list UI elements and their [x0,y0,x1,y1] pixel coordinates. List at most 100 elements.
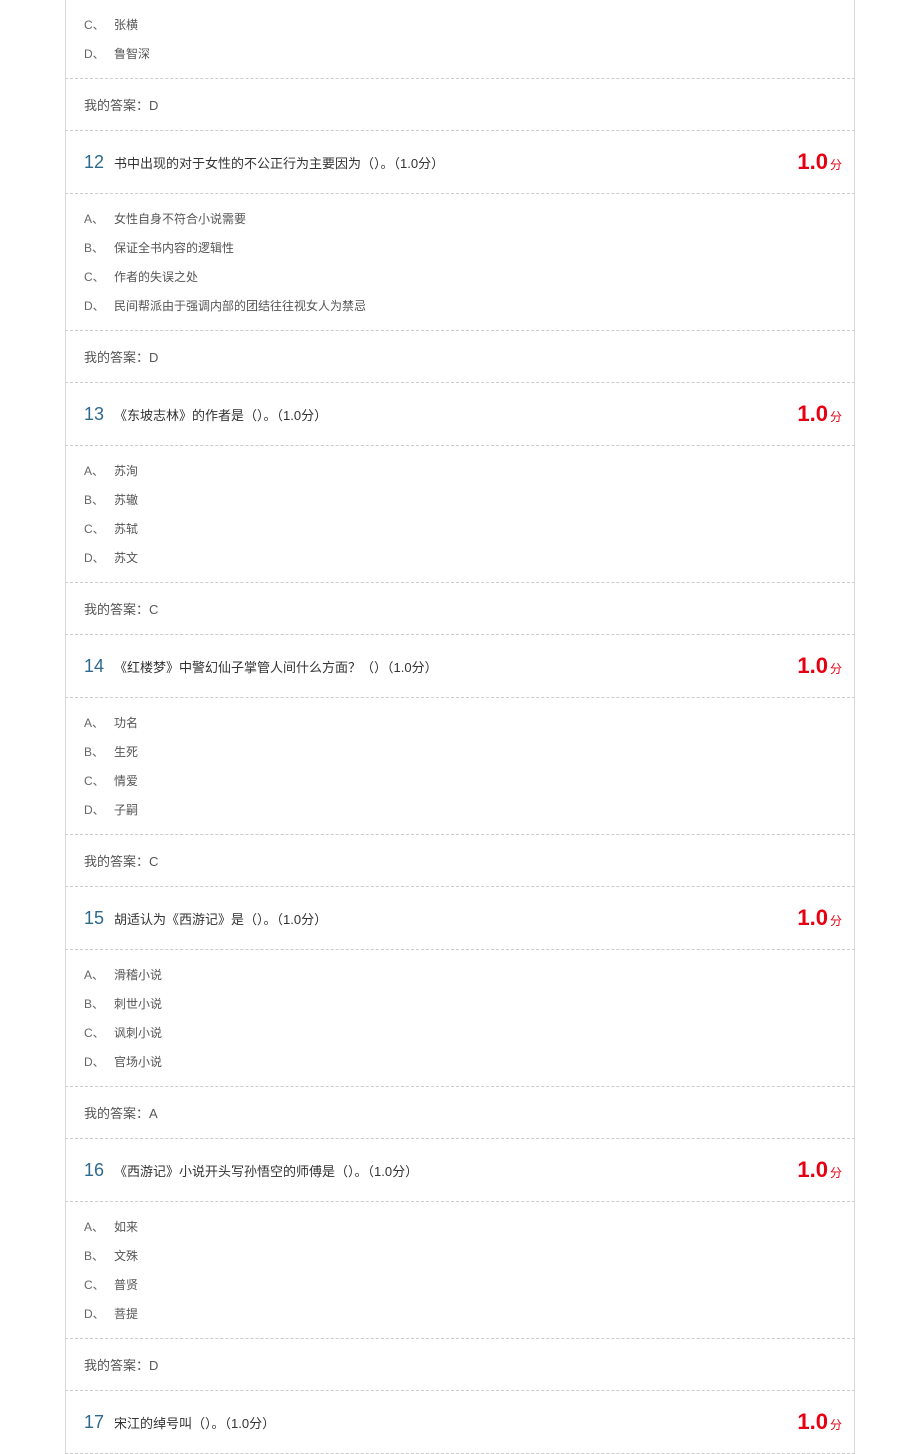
my-answer-value: C [149,602,158,617]
option-letter: D、 [84,549,114,566]
option-row[interactable]: D、子嗣 [84,795,854,824]
option-letter: A、 [84,210,114,227]
option-letter: D、 [84,1305,114,1322]
option-letter: D、 [84,1053,114,1070]
option-letter: A、 [84,714,114,731]
option-row[interactable]: D、官场小说 [84,1047,854,1076]
option-letter: B、 [84,239,114,256]
option-text: 刺世小说 [114,995,162,1012]
option-text: 滑稽小说 [114,966,162,983]
option-row[interactable]: C、苏轼 [84,514,854,543]
option-row[interactable]: C、讽刺小说 [84,1018,854,1047]
option-letter: D、 [84,45,114,62]
question-number: 17 [84,1412,104,1433]
my-answer-value: D [149,98,158,113]
options-block: C、张横D、鲁智深 [65,0,855,79]
my-answer-value: A [149,1106,158,1121]
question-header: 13 《东坡志林》的作者是（）。（1.0分）1.0分 [65,383,855,446]
question-header: 15 胡适认为《西游记》是（）。（1.0分）1.0分 [65,887,855,950]
option-row[interactable]: D、鲁智深 [84,39,854,68]
option-letter: B、 [84,995,114,1012]
option-text: 功名 [114,714,138,731]
question-text: 胡适认为《西游记》是（）。（1.0分） [114,909,797,928]
option-text: 女性自身不符合小说需要 [114,210,246,227]
option-row[interactable]: B、刺世小说 [84,989,854,1018]
option-row[interactable]: A、如来 [84,1212,854,1241]
option-text: 生死 [114,743,138,760]
score-unit: 分 [830,158,842,172]
question-number: 12 [84,152,104,173]
options-block: A、如来B、文殊C、普贤D、菩提 [65,1202,855,1339]
option-row[interactable]: C、作者的失误之处 [84,262,854,291]
options-block: A、女性自身不符合小说需要B、保证全书内容的逻辑性C、作者的失误之处D、民间帮派… [65,194,855,331]
option-text: 菩提 [114,1305,138,1322]
question-score: 1.0分 [797,149,842,175]
question-number: 14 [84,656,104,677]
my-answer: 我的答案：C [65,835,855,887]
question-text: 《东坡志林》的作者是（）。（1.0分） [114,405,797,424]
option-letter: A、 [84,462,114,479]
option-text: 苏轼 [114,520,138,537]
option-row[interactable]: A、苏洵 [84,456,854,485]
option-row[interactable]: A、女性自身不符合小说需要 [84,204,854,233]
score-value: 1.0 [797,905,828,930]
question-header: 16《西游记》小说开头写孙悟空的师傅是（）。（1.0分）1.0分 [65,1139,855,1202]
option-letter: D、 [84,297,114,314]
option-row[interactable]: D、民间帮派由于强调内部的团结往往视女人为禁忌 [84,291,854,320]
question-score: 1.0分 [797,905,842,931]
option-letter: C、 [84,16,114,33]
option-row[interactable]: B、保证全书内容的逻辑性 [84,233,854,262]
option-letter: B、 [84,1247,114,1264]
my-answer-prefix: 我的答案： [84,854,149,869]
option-letter: C、 [84,772,114,789]
option-letter: D、 [84,801,114,818]
question-score: 1.0分 [797,401,842,427]
option-row[interactable]: D、苏文 [84,543,854,572]
my-answer-value: D [149,350,158,365]
option-letter: C、 [84,268,114,285]
score-unit: 分 [830,410,842,424]
option-row[interactable]: A、功名 [84,708,854,737]
option-text: 官场小说 [114,1053,162,1070]
option-row[interactable]: B、苏辙 [84,485,854,514]
my-answer: 我的答案：A [65,1087,855,1139]
score-unit: 分 [830,662,842,676]
options-block: A、苏洵B、苏辙C、苏轼D、苏文 [65,446,855,583]
question-text: 宋江的绰号叫（）。（1.0分） [114,1413,797,1432]
options-block: A、功名B、生死C、情爱D、子嗣 [65,698,855,835]
option-text: 苏辙 [114,491,138,508]
option-text: 作者的失误之处 [114,268,198,285]
score-unit: 分 [830,1418,842,1432]
option-row[interactable]: A、滑稽小说 [84,960,854,989]
score-value: 1.0 [797,653,828,678]
option-text: 张横 [114,16,138,33]
option-text: 子嗣 [114,801,138,818]
my-answer: 我的答案：D [65,79,855,131]
option-letter: C、 [84,520,114,537]
question-number: 13 [84,404,104,425]
option-text: 苏文 [114,549,138,566]
option-letter: A、 [84,1218,114,1235]
my-answer: 我的答案：D [65,1339,855,1391]
option-row[interactable]: C、普贤 [84,1270,854,1299]
option-row[interactable]: C、情爱 [84,766,854,795]
question-text: 书中出现的对于女性的不公正行为主要因为（）。（1.0分） [114,153,797,172]
option-row[interactable]: B、生死 [84,737,854,766]
score-value: 1.0 [797,401,828,426]
my-answer-value: D [149,1358,158,1373]
question-score: 1.0分 [797,653,842,679]
option-row[interactable]: C、张横 [84,10,854,39]
question-text: 《西游记》小说开头写孙悟空的师傅是（）。（1.0分） [114,1161,797,1180]
question-number: 15 [84,908,104,929]
option-row[interactable]: B、文殊 [84,1241,854,1270]
option-letter: B、 [84,491,114,508]
score-unit: 分 [830,1166,842,1180]
score-value: 1.0 [797,1409,828,1434]
options-block: A、滑稽小说B、刺世小说C、讽刺小说D、官场小说 [65,950,855,1087]
question-text: 《红楼梦》中警幻仙子掌管人间什么方面？（）（1.0分） [114,657,797,676]
option-text: 文殊 [114,1247,138,1264]
option-row[interactable]: D、菩提 [84,1299,854,1328]
question-score: 1.0分 [797,1409,842,1435]
option-text: 普贤 [114,1276,138,1293]
my-answer-prefix: 我的答案： [84,98,149,113]
